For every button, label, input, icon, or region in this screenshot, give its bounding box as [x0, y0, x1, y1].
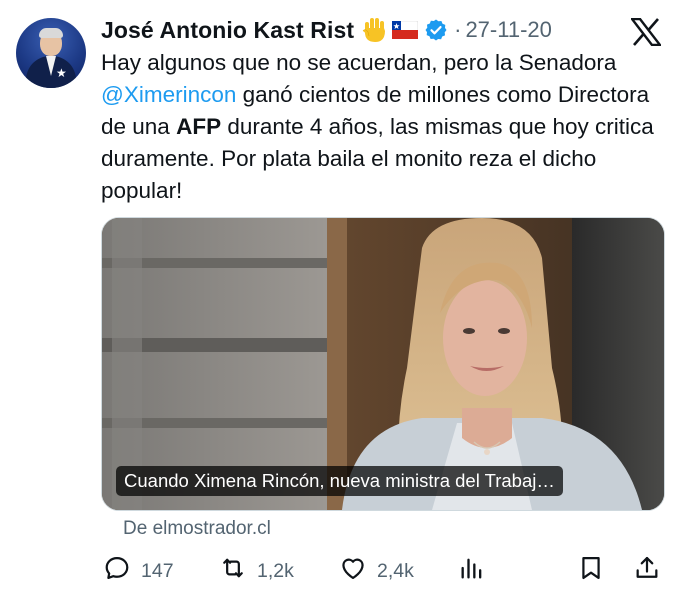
raised-hand-icon — [362, 16, 388, 44]
header-separator: · — [454, 17, 462, 42]
reply-count: 147 — [141, 559, 174, 582]
text-segment: Hay algunos que no se acuerdan, pero la … — [101, 50, 617, 75]
reply-button[interactable]: 147 — [103, 553, 174, 589]
like-button[interactable]: 2,4k — [339, 553, 414, 589]
tweet: ★ José Antonio Kast Rist · 27-11-20 Hay … — [0, 0, 680, 603]
tweet-header: José Antonio Kast Rist · 27-11-20 — [101, 10, 552, 50]
tweet-date[interactable]: 27-11-20 — [465, 17, 551, 43]
retweet-button[interactable]: 1,2k — [219, 553, 294, 589]
retweet-count: 1,2k — [257, 559, 294, 582]
verified-badge-icon — [424, 18, 448, 42]
share-icon — [633, 554, 661, 588]
chile-flag-icon — [392, 21, 419, 39]
bookmark-button[interactable] — [577, 553, 605, 589]
like-icon — [339, 554, 367, 588]
link-card-caption: Cuando Ximena Rincón, nueva ministra del… — [116, 466, 563, 496]
views-icon — [458, 554, 486, 588]
link-card-source[interactable]: De elmostrador.cl — [123, 518, 271, 540]
tweet-actions: 147 1,2k 2,4k — [103, 553, 663, 589]
like-count: 2,4k — [377, 559, 414, 582]
reply-icon — [103, 554, 131, 588]
text-segment-bold: AFP — [176, 114, 222, 139]
retweet-icon — [219, 554, 247, 588]
tweet-text: Hay algunos que no se acuerdan, pero la … — [101, 47, 661, 207]
link-card-image[interactable]: Cuando Ximena Rincón, nueva ministra del… — [101, 217, 665, 511]
share-button[interactable] — [633, 553, 661, 589]
views-button[interactable] — [458, 553, 486, 589]
x-logo-icon[interactable] — [629, 17, 663, 47]
mention-link[interactable]: @Ximerincon — [101, 82, 236, 107]
author-name[interactable]: José Antonio Kast Rist — [101, 17, 354, 44]
bookmark-icon — [577, 554, 605, 588]
author-avatar[interactable]: ★ — [16, 18, 86, 88]
